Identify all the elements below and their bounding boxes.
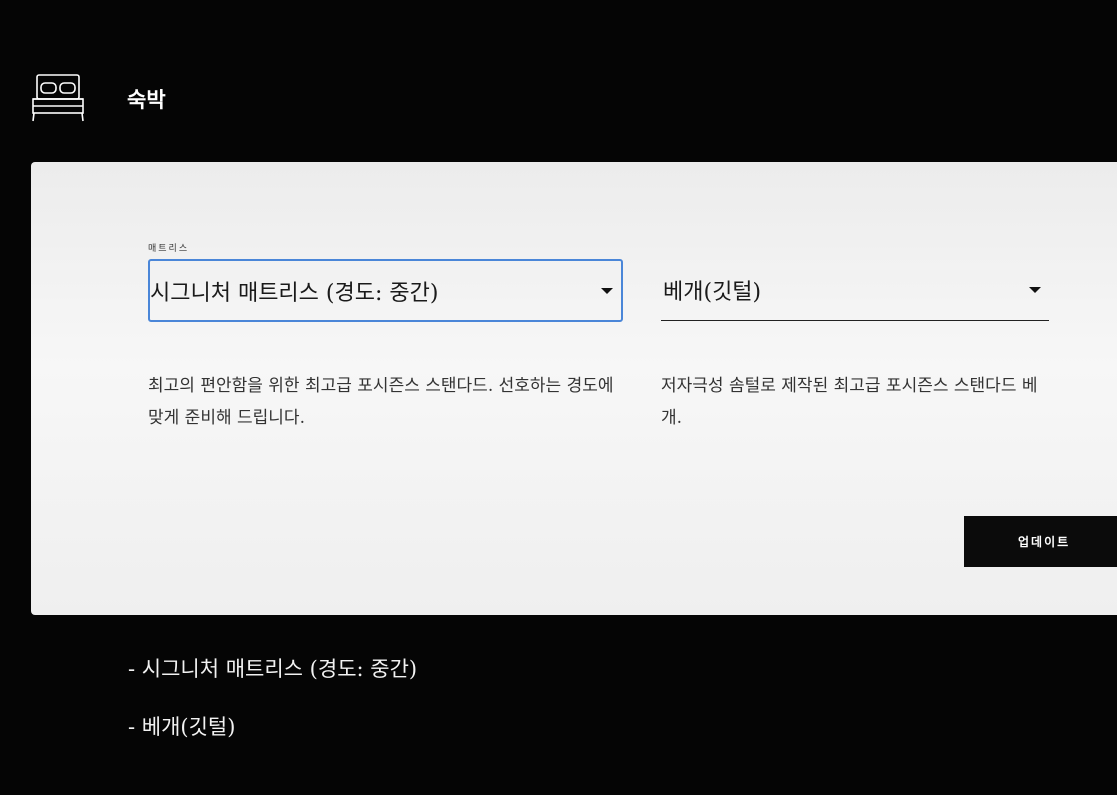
pillow-description: 저자극성 솜털로 제작된 최고급 포시즌스 스탠다드 베개. [661,376,1038,428]
pillow-select[interactable]: 베개(깃털) [661,259,1049,321]
pillow-field: 베개(깃털) [661,259,1049,321]
bed-icon [32,74,84,122]
summary-item: - 시그니처 매트리스 (경도: 중간) [128,657,418,681]
mattress-select-value: 시그니처 매트리스 (경도: 중간) [150,280,439,306]
options-card: 매트리스 시그니처 매트리스 (경도: 중간) 베개(깃털) 최고의 편안함을 … [31,162,1117,615]
mattress-description: 최고의 편안함을 위한 최고급 포시즌스 스탠다드. 선호하는 경도에 맞게 준… [148,376,614,428]
section-header: 숙박 [30,70,166,126]
caret-down-icon [601,287,613,294]
caret-down-icon [1029,286,1041,293]
mattress-field-label: 매트리스 [148,244,190,254]
pillow-select-value: 베개(깃털) [663,279,762,305]
mattress-field: 매트리스 시그니처 매트리스 (경도: 중간) [148,242,623,322]
summary-item: - 베개(깃털) [128,715,236,739]
page: 숙박 매트리스 시그니처 매트리스 (경도: 중간) 베개(깃털) 최고의 편안… [0,0,1117,795]
update-button[interactable]: 업데이트 [964,516,1117,567]
mattress-select[interactable]: 시그니처 매트리스 (경도: 중간) [148,259,623,322]
section-title: 숙박 [127,88,166,112]
selection-summary: - 시그니처 매트리스 (경도: 중간) - 베개(깃털) [128,652,417,768]
